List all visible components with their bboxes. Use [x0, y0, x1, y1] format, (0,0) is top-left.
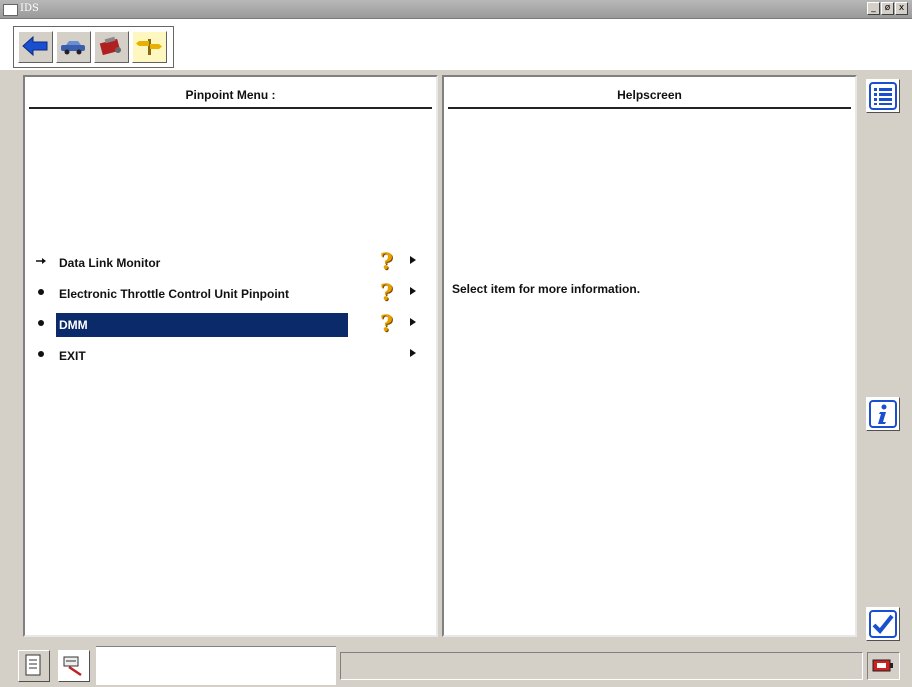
- minimize-button[interactable]: _: [867, 2, 880, 15]
- list-icon: [869, 82, 897, 110]
- signpost-button[interactable]: [132, 31, 167, 63]
- dot-bullet-icon: [38, 289, 44, 295]
- battery-icon: [872, 659, 893, 672]
- pinpoint-menu: Data Link Monitor ? Electronic Throttle …: [25, 247, 436, 371]
- bottom-tab-area: [96, 646, 336, 685]
- arrow-bullet-icon: [36, 258, 46, 264]
- expand-arrow-icon[interactable]: [410, 256, 416, 264]
- toolbar: [0, 19, 912, 70]
- confirm-button[interactable]: [866, 607, 900, 641]
- signpost-icon: [136, 39, 162, 55]
- close-button[interactable]: x: [895, 2, 908, 15]
- menu-item-etc-pinpoint[interactable]: Electronic Throttle Control Unit Pinpoin…: [25, 278, 436, 309]
- expand-arrow-icon[interactable]: [410, 318, 416, 326]
- maximize-button[interactable]: ø: [881, 2, 894, 15]
- expand-arrow-icon[interactable]: [410, 287, 416, 295]
- menu-item-label[interactable]: EXIT: [56, 344, 348, 368]
- battery-indicator: [867, 652, 900, 680]
- menu-item-label[interactable]: Data Link Monitor: [56, 251, 348, 275]
- vehicle-button[interactable]: [56, 31, 91, 63]
- bottom-bar: [0, 644, 912, 687]
- dot-bullet-icon: [38, 351, 44, 357]
- pinpoint-menu-panel: Pinpoint Menu : Data Link Monitor ? Elec…: [23, 75, 438, 637]
- helpscreen-title: Helpscreen: [448, 85, 851, 109]
- menu-item-data-link-monitor[interactable]: Data Link Monitor ?: [25, 247, 436, 278]
- list-button[interactable]: [866, 79, 900, 113]
- toolbar-tabs: [13, 26, 174, 68]
- back-arrow-icon: [22, 35, 48, 57]
- status-bar: [340, 652, 863, 680]
- info-icon: [869, 400, 897, 428]
- help-question-icon[interactable]: ?: [380, 311, 393, 337]
- help-question-icon[interactable]: ?: [380, 249, 393, 275]
- tools-icon: [63, 656, 82, 677]
- tools-tab[interactable]: [58, 650, 90, 682]
- helpscreen-panel: Helpscreen Select item for more informat…: [442, 75, 857, 637]
- document-tab[interactable]: [18, 650, 50, 682]
- dot-bullet-icon: [38, 320, 44, 326]
- pinpoint-menu-title: Pinpoint Menu :: [29, 85, 432, 109]
- main-frame: Pinpoint Menu : Data Link Monitor ? Elec…: [11, 70, 857, 637]
- vehicle-icon: [61, 41, 85, 55]
- menu-item-label[interactable]: Electronic Throttle Control Unit Pinpoin…: [56, 282, 348, 306]
- window-title: IDS: [20, 3, 39, 14]
- menu-item-label[interactable]: DMM: [56, 313, 348, 337]
- menu-item-exit[interactable]: EXIT: [25, 340, 436, 371]
- help-question-icon[interactable]: ?: [380, 280, 393, 306]
- engine-icon: [99, 36, 121, 56]
- back-button[interactable]: [18, 31, 53, 63]
- menu-item-dmm[interactable]: DMM ?: [25, 309, 436, 340]
- bottom-tabs: [14, 646, 96, 684]
- title-bar: IDS _ ø x: [0, 0, 912, 19]
- checkmark-icon: [869, 610, 897, 638]
- info-button[interactable]: [866, 397, 900, 431]
- app-icon: [3, 4, 18, 16]
- expand-arrow-icon[interactable]: [410, 349, 416, 357]
- engine-button[interactable]: [94, 31, 129, 63]
- document-icon: [25, 654, 41, 676]
- help-message: Select item for more information.: [452, 282, 641, 296]
